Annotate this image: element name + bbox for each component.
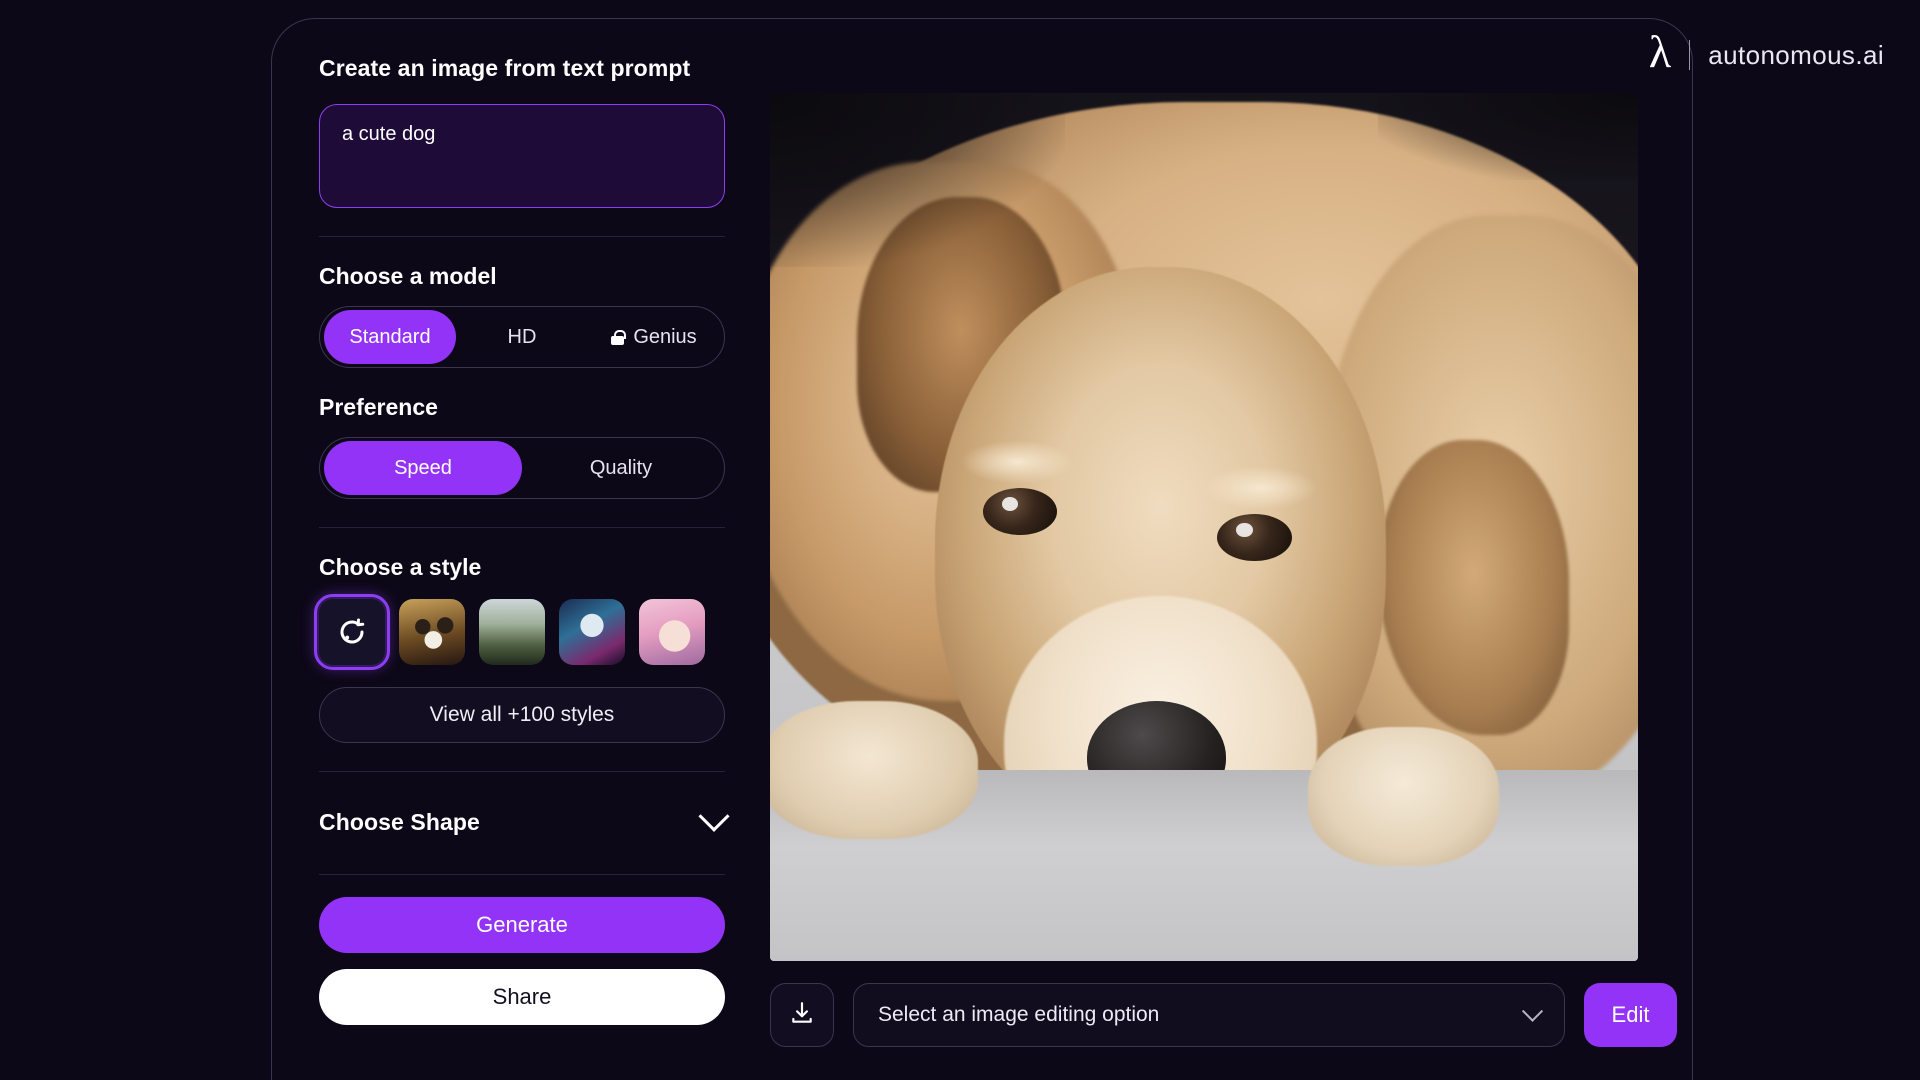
preference-segmented-control: Speed Quality (319, 437, 725, 499)
page-title: Create an image from text prompt (319, 55, 691, 81)
divider-1 (319, 236, 725, 237)
preference-option-quality[interactable]: Quality (522, 441, 720, 495)
model-option-genius-label: Genius (633, 325, 697, 348)
share-button[interactable]: Share (319, 969, 725, 1025)
preference-option-speed-label: Speed (394, 456, 452, 479)
brand-divider (1689, 40, 1691, 70)
shape-heading: Choose Shape (319, 808, 480, 835)
brand: λ autonomous.ai (1648, 26, 1884, 78)
style-heading: Choose a style (319, 554, 482, 580)
image-editing-option-value: Select an image editing option (878, 1003, 1160, 1026)
app-root: λ autonomous.ai Create an image from tex… (0, 0, 1920, 1080)
model-option-standard[interactable]: Standard (324, 310, 456, 364)
model-heading: Choose a model (319, 263, 497, 289)
brand-name: autonomous.ai (1708, 39, 1884, 70)
no-style-icon (319, 599, 385, 665)
model-option-hd-label: HD (507, 325, 537, 348)
divider-2 (319, 527, 725, 528)
choose-shape-row[interactable]: Choose Shape (319, 798, 730, 846)
chevron-down-icon[interactable] (698, 800, 730, 832)
dog-image (770, 93, 1638, 961)
style-thumb-cyberpunk-mech[interactable] (559, 599, 625, 665)
preference-option-speed[interactable]: Speed (324, 441, 522, 495)
generate-button[interactable]: Generate (319, 897, 725, 953)
download-button[interactable] (770, 983, 834, 1047)
chevron-down-icon (1521, 1000, 1544, 1022)
divider-3 (319, 771, 725, 772)
lambda-logo-icon: λ (1648, 26, 1672, 77)
generated-image-preview[interactable] (770, 93, 1638, 961)
model-option-standard-label: Standard (349, 325, 431, 348)
style-thumbnail-list (314, 594, 725, 670)
controls-panel: Create an image from text prompt a cute … (314, 55, 731, 1025)
preference-option-quality-label: Quality (589, 456, 653, 479)
style-thumb-landscape-forest[interactable] (479, 599, 545, 665)
edit-button[interactable]: Edit (1584, 983, 1677, 1047)
image-editing-option-select[interactable]: Select an image editing option (853, 983, 1565, 1047)
model-option-genius[interactable]: Genius (588, 310, 720, 364)
style-thumb-anime-portrait[interactable] (639, 599, 705, 665)
style-thumb-panda-3d[interactable] (399, 599, 465, 665)
style-thumb-no-style[interactable] (314, 594, 390, 670)
lock-icon (611, 329, 626, 345)
preference-heading: Preference (319, 394, 438, 420)
divider-4 (319, 874, 725, 875)
view-all-styles-button[interactable]: View all +100 styles (319, 687, 725, 743)
model-segmented-control: Standard HD Genius (319, 306, 725, 368)
download-icon (789, 1000, 815, 1031)
model-option-hd[interactable]: HD (456, 310, 588, 364)
image-actions-bar: Select an image editing option Edit (770, 983, 1677, 1047)
prompt-input[interactable]: a cute dog (319, 104, 725, 208)
